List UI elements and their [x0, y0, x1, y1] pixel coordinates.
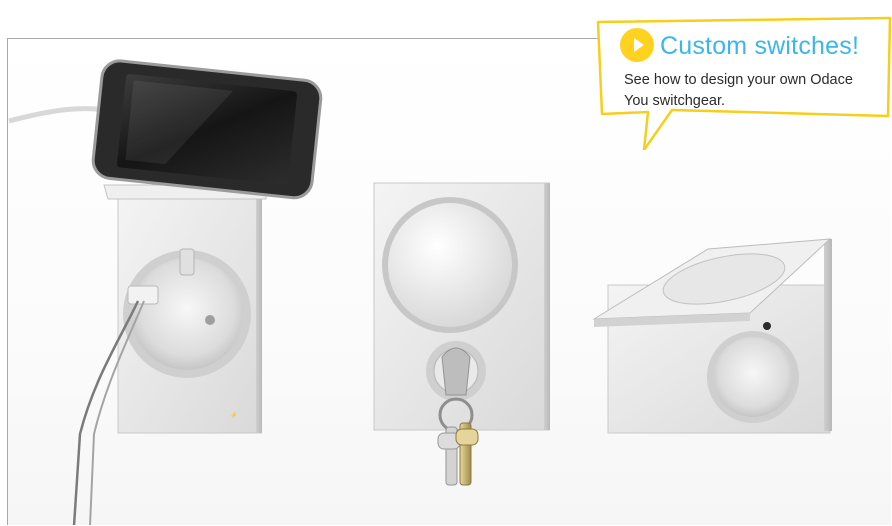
light-switch-with-key-hook [373, 182, 550, 486]
callout-title[interactable]: Custom switches! [660, 32, 859, 61]
svg-text:⚡: ⚡ [230, 411, 237, 419]
callout-description: See how to design your own Odace You swi… [624, 72, 853, 109]
play-button[interactable] [620, 28, 654, 62]
socket-with-hinged-cover [592, 238, 832, 434]
play-icon [634, 38, 644, 52]
phone-charger-socket: ⚡ [8, 59, 323, 525]
custom-switches-callout[interactable]: Custom switches! See how to design your … [596, 10, 892, 150]
